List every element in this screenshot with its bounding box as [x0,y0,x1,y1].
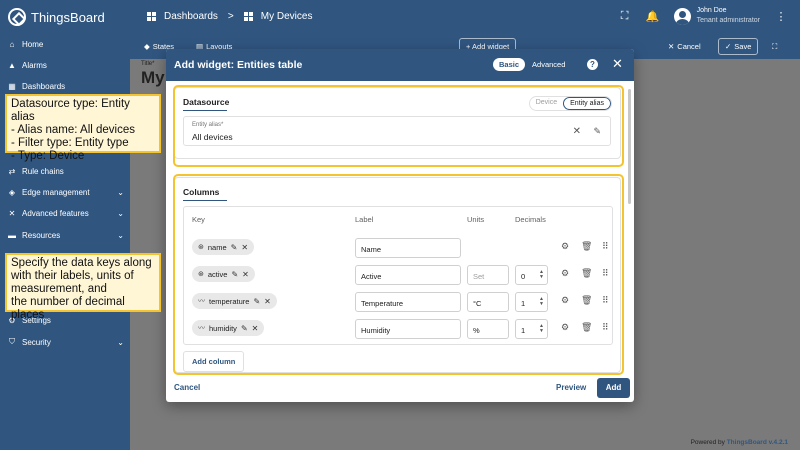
save-button[interactable]: ✓ Save [718,38,759,55]
mode-toggle: Basic Advanced [493,58,569,71]
dashboard-icon [243,12,253,21]
fullscreen-icon[interactable]: ⛶ [618,10,632,23]
dashboard-title: My [141,68,165,87]
chevron-down-icon: ⌄ [117,337,124,347]
breadcrumb-dashboards[interactable]: Dashboards [164,11,218,22]
dashboard-title-field-label: Title* [141,61,155,67]
layers-icon: ◆ [144,42,150,51]
breadcrumb-my-devices: My Devices [260,11,313,22]
chevron-down-icon: ⌄ [117,231,124,240]
sidebar-item-advanced-features[interactable]: ✕ Advanced features ⌄ [8,209,124,218]
cancel-button[interactable]: Cancel [174,383,200,392]
alarm-icon: ▲ [8,61,16,70]
cancel-edit-label: Cancel [677,42,701,51]
shield-icon: ⛉ [9,337,15,346]
check-icon: ✓ [725,42,732,51]
sidebar-item-dashboards[interactable]: ▦ Dashboards [8,82,124,91]
datasource-highlight [173,85,624,167]
close-icon: ✕ [668,42,675,51]
sidebar-item-security[interactable]: ⛉ Security ⌄ [8,337,124,347]
sidebar-item-label: Home [22,40,44,49]
dialog-title: Add widget: Entities table [174,59,303,71]
sidebar-item-home[interactable]: ⌂ Home [8,40,124,49]
top-app-bar: ThingsBoard Dashboards > My Devices ⛶ 🔔 … [0,0,800,35]
datasource-callout: Datasource type: Entity alias - Alias na… [5,94,161,162]
breadcrumb-separator: > [227,11,234,22]
sidebar-item-label: Edge management [22,188,90,197]
sidebar-item-edge-management[interactable]: ◈ Edge management ⌄ [8,188,124,197]
breadcrumb: Dashboards > My Devices [147,11,312,22]
more-vert-icon[interactable]: ⋮ [774,10,788,23]
user-name: John Doe [696,7,727,14]
sidebar-item-label: Rule chains [22,167,64,176]
avatar[interactable] [673,7,691,25]
rule-chain-icon: ⇄ [8,167,16,176]
tools-icon: ✕ [8,209,16,218]
dashboards-icon [147,12,156,21]
user-role: Tenant administrator [696,17,760,24]
dialog-footer: Cancel Preview Add [166,376,634,402]
home-icon: ⌂ [9,40,15,49]
sidebar-item-alarms[interactable]: ▲ Alarms [8,61,124,70]
sidebar-item-label: Dashboards [22,82,66,91]
mode-basic-button[interactable]: Basic [493,58,526,71]
sidebar-item-resources[interactable]: ▬ Resources ⌄ [8,231,124,240]
logo[interactable]: ThingsBoard [8,8,105,26]
thingsboard-logo-icon [8,8,26,26]
help-icon[interactable]: ? [587,59,598,70]
folder-icon: ▬ [8,231,16,240]
cancel-edit-button[interactable]: ✕ Cancel [668,42,701,51]
notifications-icon[interactable]: 🔔 [646,10,660,23]
powered-by: Powered by ThingsBoard v.4.2.1 [691,439,788,446]
user-info[interactable]: John Doe Tenant administrator [697,6,760,26]
powered-by-prefix: Powered by [690,439,727,446]
sidebar-item-rule-chains[interactable]: ⇄ Rule chains [8,167,124,176]
sidebar-item-label: Resources [22,231,61,240]
chevron-down-icon: ⌄ [117,188,124,197]
dialog-scrollbar[interactable] [628,89,631,204]
top-right-actions: ⛶ 🔔 John Doe Tenant administrator ⋮ [618,6,788,26]
sidebar-item-label: Advanced features [22,209,89,218]
add-button[interactable]: Add [597,378,630,398]
powered-by-brand[interactable]: ThingsBoard v.4.2.1 [727,439,788,446]
dashboard-icon: ▦ [8,82,16,91]
close-icon[interactable]: ✕ [612,56,623,72]
sidebar-item-label: Security [22,337,51,347]
columns-callout: Specify the data keys along with their l… [5,253,161,321]
columns-highlight [173,174,624,375]
edge-icon: ◈ [8,188,16,197]
sidebar-item-label: Alarms [22,61,47,70]
preview-button[interactable]: Preview [556,383,586,392]
fullscreen-icon[interactable]: ⛶ [772,42,777,52]
chevron-down-icon: ⌄ [117,209,124,218]
logo-text: ThingsBoard [31,9,105,25]
mode-advanced-button[interactable]: Advanced [528,58,569,71]
dialog-header: Add widget: Entities table Basic Advance… [166,49,634,81]
save-label: Save [734,42,752,51]
